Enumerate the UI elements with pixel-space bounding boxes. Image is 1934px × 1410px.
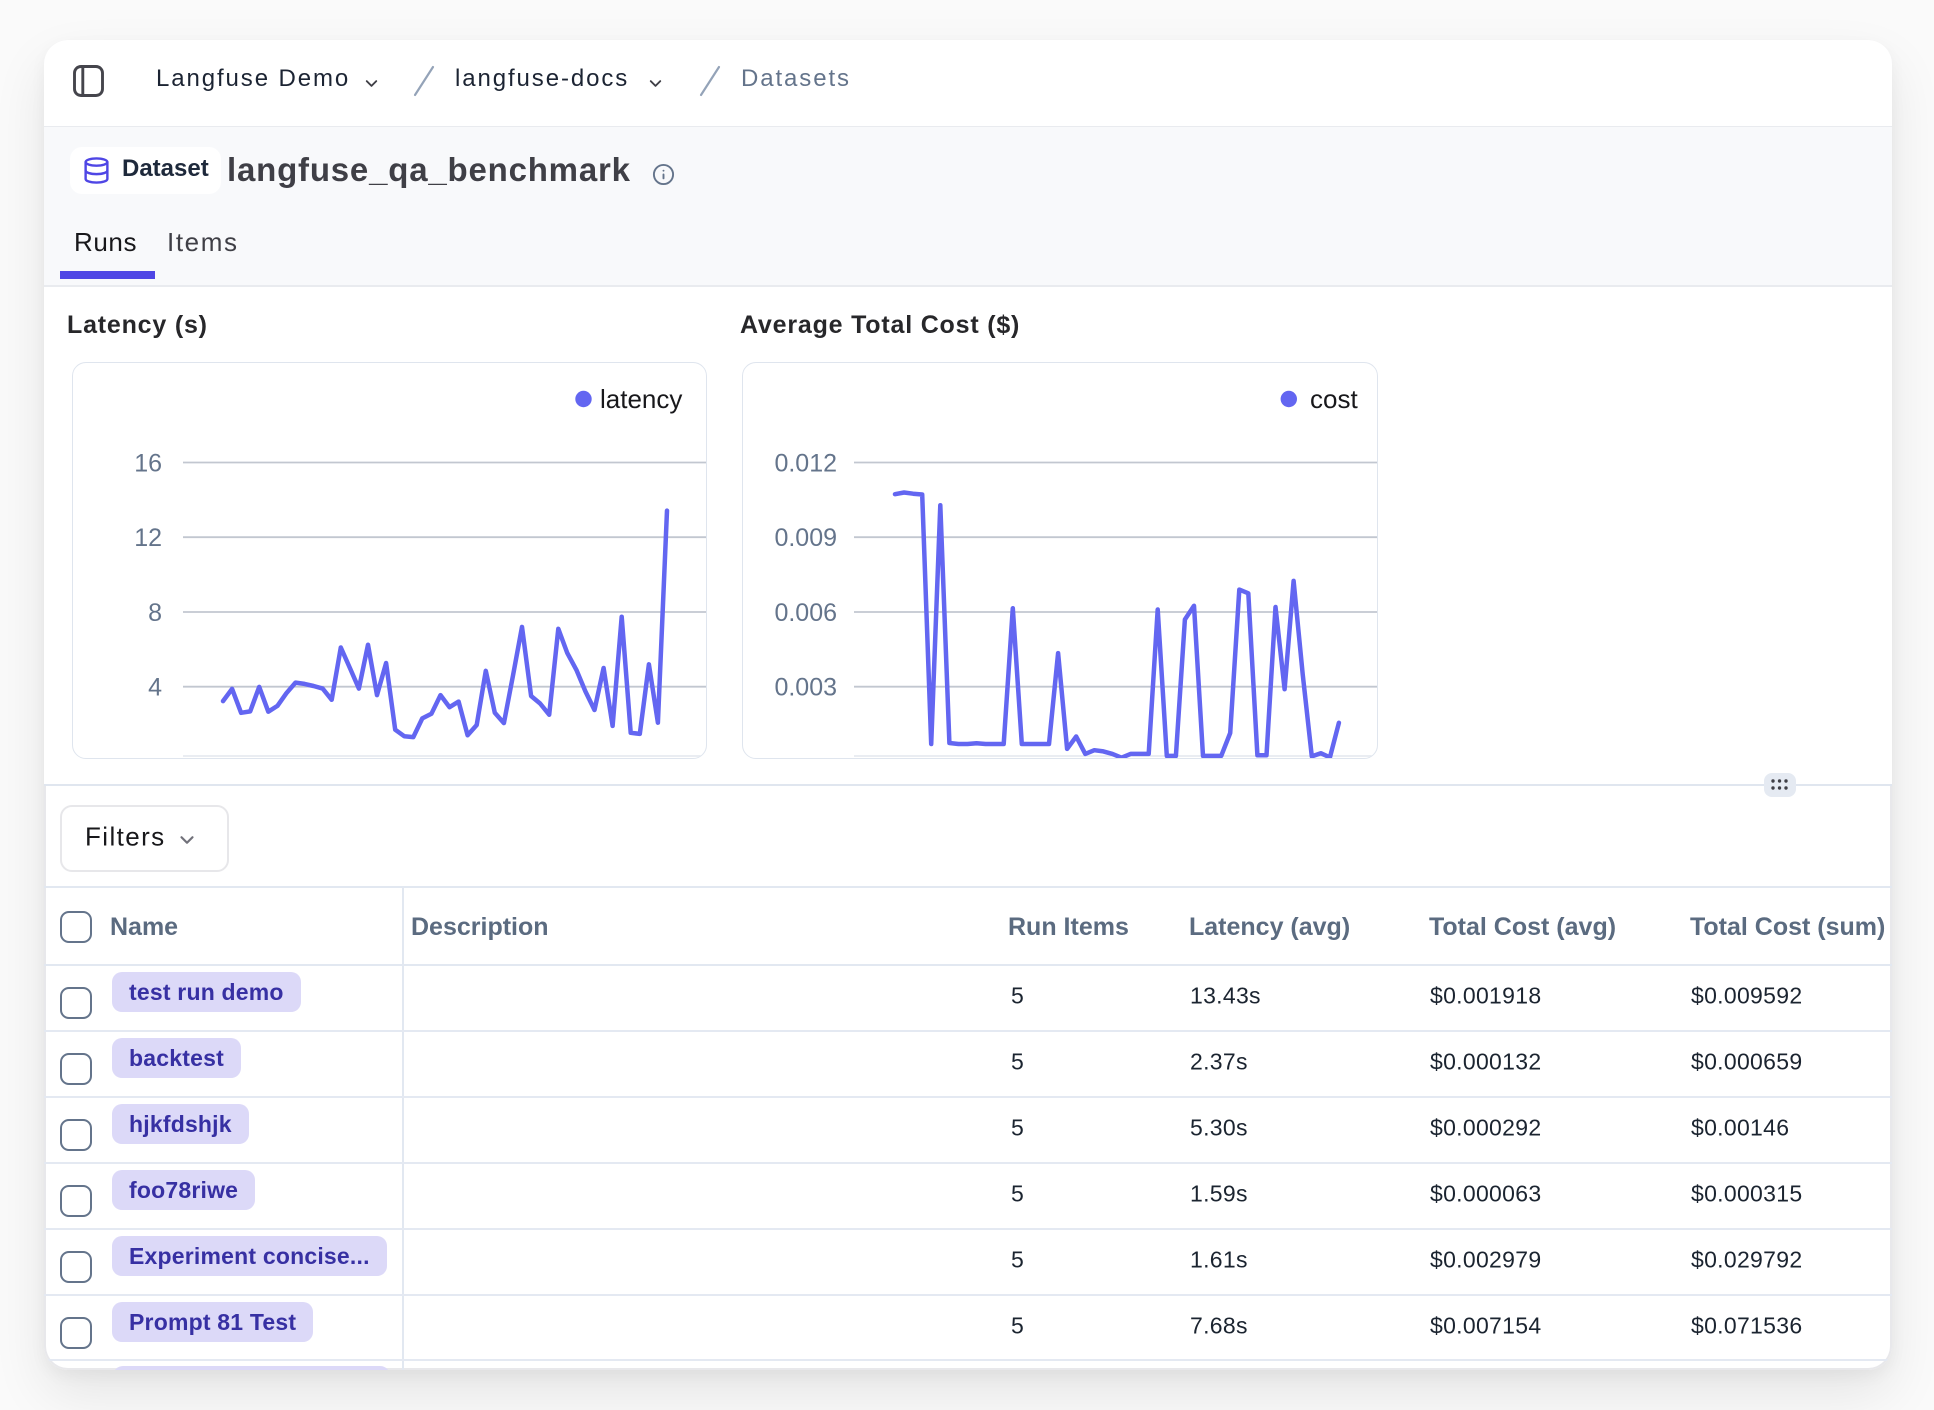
svg-text:0.003: 0.003 <box>774 674 837 702</box>
svg-text:0.012: 0.012 <box>774 450 837 478</box>
svg-text:latency: latency <box>600 384 682 414</box>
svg-text:cost: cost <box>1310 384 1358 414</box>
svg-text:0.009: 0.009 <box>774 524 837 552</box>
svg-text:0.006: 0.006 <box>774 599 837 627</box>
svg-text:8: 8 <box>148 599 162 627</box>
svg-text:4: 4 <box>148 674 162 702</box>
svg-text:12: 12 <box>134 524 162 552</box>
svg-text:16: 16 <box>134 450 162 478</box>
